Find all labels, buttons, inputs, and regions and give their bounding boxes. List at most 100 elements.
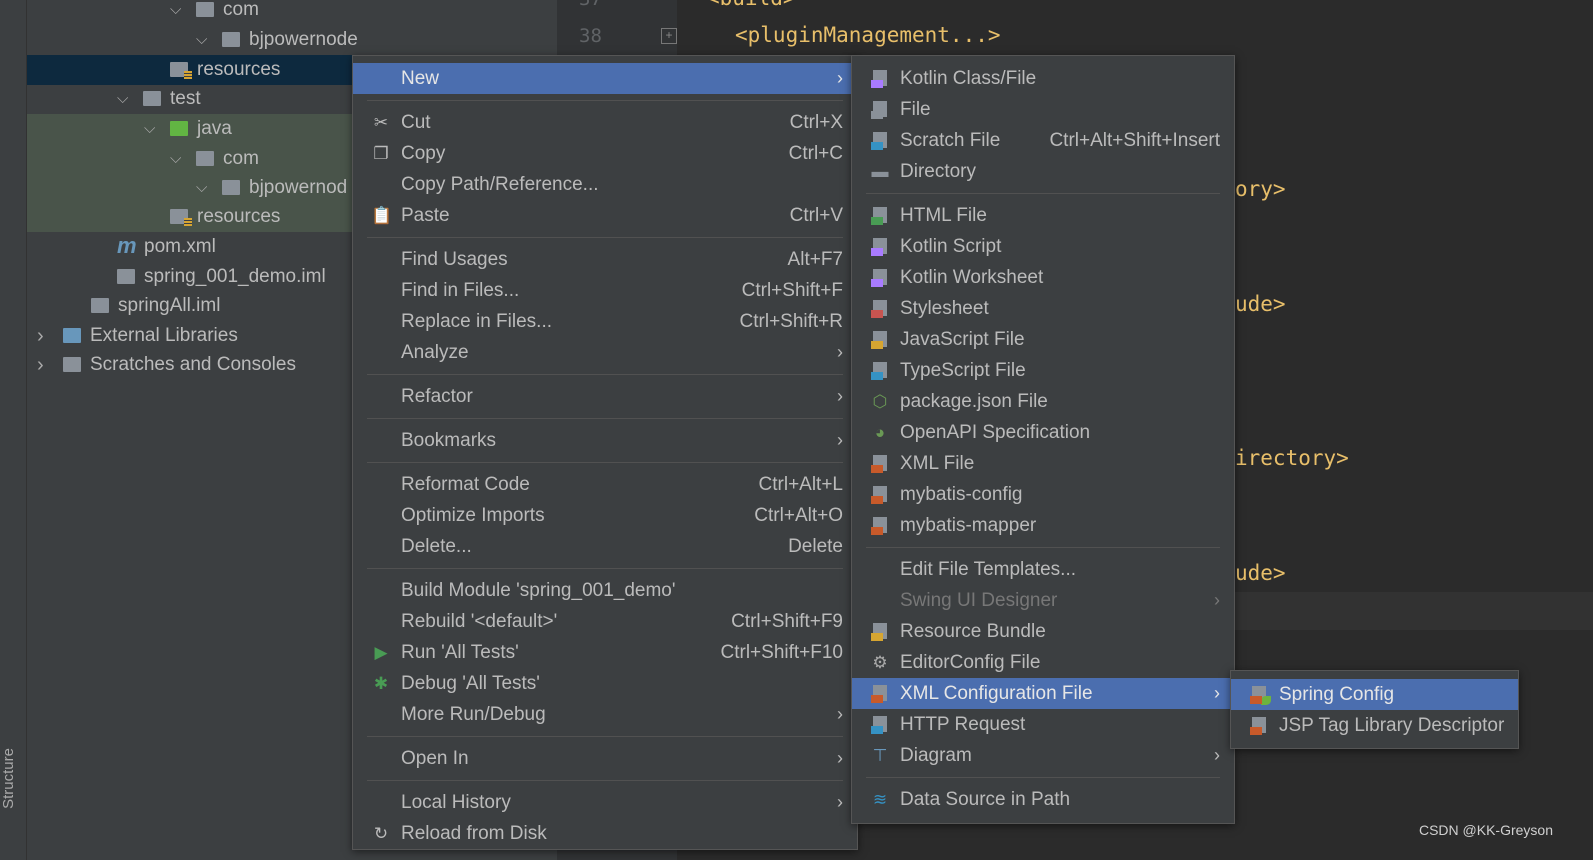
menu-item-file[interactable]: File [852,94,1234,125]
menu-item-scratch-file[interactable]: Scratch File Ctrl+Alt+Shift+Insert [852,125,1234,156]
menu-item-label: HTML File [900,205,987,226]
menu-item-find-usages[interactable]: Find Usages Alt+F7 [353,244,857,275]
menu-item-jsp-tag-library-descriptor[interactable]: JSP Tag Library Descriptor [1231,710,1518,741]
menu-item-more-run-debug[interactable]: More Run/Debug › [353,699,857,730]
tree-item-com[interactable]: ⌵ com [27,144,357,174]
menu-item-paste[interactable]: 📋 Paste Ctrl+V [353,200,857,231]
reload-icon: ↻ [373,824,389,843]
package-icon [196,2,214,17]
file-icon [871,101,887,119]
chevron-right-icon[interactable]: › [37,350,44,380]
chevron-right-icon[interactable]: › [37,321,44,351]
menu-item-editorconfig-file[interactable]: ⚙ EditorConfig File [852,647,1234,678]
kotlin-file-icon [871,70,887,88]
menu-item-delete[interactable]: Delete... Delete [353,531,857,562]
menu-item-xml-configuration-file[interactable]: XML Configuration File › [852,678,1234,709]
menu-item-reload-from-disk[interactable]: ↻ Reload from Disk [353,818,857,849]
menu-item-edit-file-templates[interactable]: Edit File Templates... [852,554,1234,585]
xml-file-icon [871,517,887,535]
menu-item-label: File [900,99,931,120]
menu-item-new[interactable]: New › [353,63,857,94]
left-tool-stripe: Structure [0,0,27,860]
menu-separator [353,730,857,743]
shortcut-label: Ctrl+X [789,112,843,133]
menu-item-copy-path-reference[interactable]: Copy Path/Reference... [353,169,857,200]
tree-item-bjpowernod[interactable]: ⌵ bjpowernod [27,173,357,203]
tree-item-springall-iml[interactable]: springAll.iml [27,291,357,321]
tree-item-spring-001-demo-iml[interactable]: spring_001_demo.iml [27,262,357,292]
fold-expand-icon[interactable]: + [661,28,677,44]
menu-item-kotlin-class-file[interactable]: Kotlin Class/File [852,63,1234,94]
menu-item-run-all-tests[interactable]: ▶ Run 'All Tests' Ctrl+Shift+F10 [353,637,857,668]
menu-item-directory[interactable]: ▬ Directory [852,156,1234,187]
menu-item-spring-config[interactable]: Spring Config [1231,679,1518,710]
menu-item-resource-bundle[interactable]: Resource Bundle [852,616,1234,647]
menu-item-label: Find Usages [401,249,508,270]
menu-item-data-source-in-path[interactable]: ≋ Data Source in Path [852,784,1234,815]
chevron-down-icon[interactable]: ⌵ [170,144,181,174]
menu-separator [353,231,857,244]
menu-item-optimize-imports[interactable]: Optimize Imports Ctrl+Alt+O [353,500,857,531]
tree-item-com[interactable]: ⌵ com [27,0,357,25]
tree-item-label: Scratches and Consoles [90,354,296,375]
menu-item-bookmarks[interactable]: Bookmarks › [353,425,857,456]
menu-separator [353,94,857,107]
menu-item-kotlin-worksheet[interactable]: Kotlin Worksheet [852,262,1234,293]
libraries-icon [63,328,81,343]
menu-item-analyze[interactable]: Analyze › [353,337,857,368]
menu-item-mybatis-config[interactable]: mybatis-config [852,479,1234,510]
menu-item-replace-in-files[interactable]: Replace in Files... Ctrl+Shift+R [353,306,857,337]
menu-item-xml-file[interactable]: XML File [852,448,1234,479]
menu-item-javascript-file[interactable]: JavaScript File [852,324,1234,355]
menu-item-find-in-files[interactable]: Find in Files... Ctrl+Shift+F [353,275,857,306]
menu-item-openapi-specification[interactable]: ◕ OpenAPI Specification [852,417,1234,448]
css-file-icon [871,300,887,318]
shortcut-label: Ctrl+Alt+O [754,505,843,526]
menu-item-typescript-file[interactable]: TypeScript File [852,355,1234,386]
tree-item-java[interactable]: ⌵ java [27,114,357,144]
tree-item-scratches-and-consoles[interactable]: › Scratches and Consoles [27,350,357,380]
structure-tool-tab[interactable]: Structure [0,748,17,809]
tree-item-bjpowernode[interactable]: ⌵ bjpowernode [27,25,358,55]
chevron-down-icon[interactable]: ⌵ [170,0,181,25]
menu-item-package-json-file[interactable]: ⬡ package.json File [852,386,1234,417]
menu-item-rebuild-default[interactable]: Rebuild '<default>' Ctrl+Shift+F9 [353,606,857,637]
menu-item-diagram[interactable]: ⊤ Diagram › [852,740,1234,771]
menu-item-html-file[interactable]: HTML File [852,200,1234,231]
tree-item-resources[interactable]: resources [27,55,352,85]
menu-item-reformat-code[interactable]: Reformat Code Ctrl+Alt+L [353,469,857,500]
menu-item-http-request[interactable]: HTTP Request [852,709,1234,740]
menu-item-label: EditorConfig File [900,652,1041,673]
menu-item-label: Kotlin Class/File [900,68,1037,89]
code-line: irectory> [1235,446,1349,470]
menu-item-build-module-spring-001-demo[interactable]: Build Module 'spring_001_demo' [353,575,857,606]
tree-item-external-libraries[interactable]: › External Libraries [27,321,357,351]
shortcut-label: Alt+F7 [787,249,843,270]
chevron-down-icon[interactable]: ⌵ [196,173,207,203]
scissors-icon: ✂ [373,113,389,132]
code-line: <pluginManagement...> [735,23,1001,47]
menu-item-cut[interactable]: ✂ Cut Ctrl+X [353,107,857,138]
tree-item-label: pom.xml [144,236,216,257]
line-number: 38 [579,25,602,47]
chevron-right-icon: › [1214,590,1220,610]
menu-item-local-history[interactable]: Local History › [353,787,857,818]
menu-item-label: Reload from Disk [401,823,547,844]
menu-item-stylesheet[interactable]: Stylesheet [852,293,1234,324]
chevron-down-icon[interactable]: ⌵ [196,25,207,55]
tree-item-label: bjpowernode [249,29,358,50]
menu-item-label: Data Source in Path [900,789,1071,810]
tree-item-pom-xml[interactable]: m pom.xml [27,232,357,262]
menu-item-kotlin-script[interactable]: Kotlin Script [852,231,1234,262]
tree-item-resources[interactable]: resources [27,202,357,232]
menu-item-swing-ui-designer[interactable]: Swing UI Designer › [852,585,1234,616]
chevron-down-icon[interactable]: ⌵ [144,114,155,144]
menu-item-copy[interactable]: ❐ Copy Ctrl+C [353,138,857,169]
tree-item-test[interactable]: ⌵ test [27,84,357,114]
menu-item-open-in[interactable]: Open In › [353,743,857,774]
chevron-down-icon[interactable]: ⌵ [117,84,128,114]
menu-item-debug-all-tests[interactable]: ✱ Debug 'All Tests' [353,668,857,699]
menu-item-mybatis-mapper[interactable]: mybatis-mapper [852,510,1234,541]
copy-icon: ❐ [373,144,389,163]
menu-item-refactor[interactable]: Refactor › [353,381,857,412]
